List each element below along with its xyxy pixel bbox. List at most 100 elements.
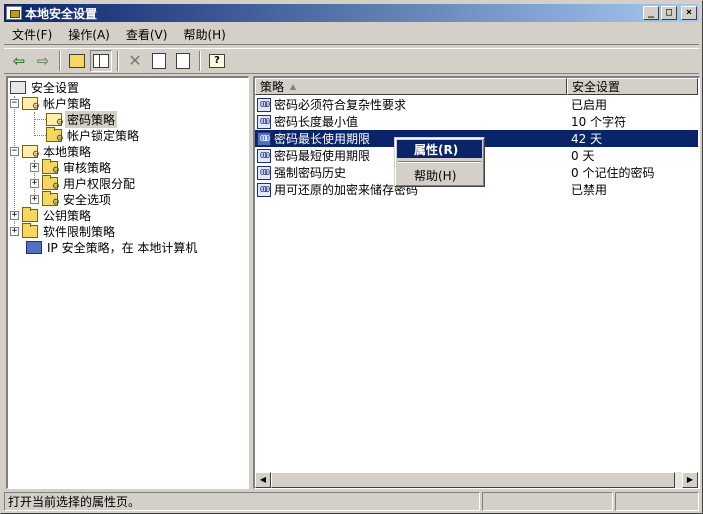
tree-item-root[interactable]: 安全设置 bbox=[10, 79, 81, 95]
list-header: 策略 ▲ 安全设置 bbox=[255, 78, 698, 95]
minimize-button[interactable]: _ bbox=[643, 6, 659, 20]
window-title: 本地安全设置 bbox=[25, 6, 98, 21]
policy-value: 10 个字符 bbox=[571, 115, 627, 129]
status-bar: 打开当前选择的属性页。 bbox=[4, 492, 699, 511]
column-header-policy[interactable]: 策略 ▲ bbox=[255, 78, 567, 95]
expand-icon[interactable]: + bbox=[10, 210, 19, 220]
app-window: 本地安全设置 _ □ × 文件(F) 操作(A) 查看(V) 帮助(H) ⇦ ⇨… bbox=[0, 0, 703, 514]
tree-connector bbox=[34, 119, 46, 120]
toolbar-separator bbox=[199, 51, 201, 71]
policy-value: 已禁用 bbox=[571, 183, 608, 197]
maximize-button[interactable]: □ bbox=[661, 6, 677, 20]
context-menu-properties[interactable]: 属性(R) bbox=[397, 140, 482, 158]
context-menu: 属性(R) 帮助(H) bbox=[394, 137, 485, 187]
tree-pane[interactable]: 安全设置 − 帐户策略 密码策略 帐户锁定策略 − 本地策略 + 审核策略 + bbox=[6, 76, 249, 489]
show-hide-tree-button[interactable] bbox=[90, 50, 112, 72]
tree-label: 密码策略 bbox=[65, 110, 118, 128]
column-header-setting[interactable]: 安全设置 bbox=[567, 78, 698, 95]
list-row[interactable]: 密码必须符合复杂性要求 已启用 bbox=[255, 96, 698, 113]
tree-label: 用户权限分配 bbox=[63, 176, 136, 191]
tree-connector bbox=[34, 135, 46, 136]
policy-icon bbox=[257, 114, 271, 129]
folder-icon bbox=[42, 174, 60, 192]
tree-label: 公钥策略 bbox=[43, 208, 92, 223]
toolbar-separator bbox=[117, 51, 119, 71]
scroll-left-icon[interactable]: ◀ bbox=[255, 472, 271, 488]
expand-icon[interactable]: + bbox=[30, 194, 39, 204]
close-button[interactable]: × bbox=[681, 6, 697, 20]
tree-item-lockout-policy[interactable]: 帐户锁定策略 bbox=[46, 126, 141, 144]
expand-icon[interactable]: + bbox=[30, 162, 39, 172]
policy-icon bbox=[257, 131, 271, 146]
tree-item-password-policy[interactable]: 密码策略 bbox=[46, 110, 118, 128]
policy-value: 42 天 bbox=[571, 132, 603, 146]
forward-icon: ⇨ bbox=[36, 51, 50, 70]
tree-label: 帐户策略 bbox=[43, 96, 92, 111]
delete-icon: ✕ bbox=[128, 51, 142, 70]
policy-value: 0 个记住的密码 bbox=[571, 166, 655, 180]
tree-label: 安全设置 bbox=[31, 80, 80, 95]
horizontal-scrollbar[interactable]: ◀ ▶ bbox=[255, 472, 698, 488]
policy-name: 密码最短使用期限 bbox=[274, 149, 371, 163]
folder-icon bbox=[22, 206, 38, 222]
tree-item-local-policy[interactable]: − 本地策略 bbox=[10, 143, 93, 160]
tree-label: IP 安全策略，在 本地计算机 bbox=[47, 240, 198, 255]
export-list-icon bbox=[176, 53, 190, 69]
toolbar: ⇦ ⇨ ✕ ? bbox=[4, 48, 699, 74]
forward-button[interactable]: ⇨ bbox=[32, 50, 54, 72]
expand-icon[interactable]: + bbox=[30, 178, 39, 188]
help-button[interactable]: ? bbox=[206, 50, 228, 72]
toolbar-separator bbox=[59, 51, 61, 71]
scroll-right-icon[interactable]: ▶ bbox=[682, 472, 698, 488]
collapse-icon[interactable]: − bbox=[10, 98, 19, 108]
properties-button[interactable] bbox=[148, 50, 170, 72]
export-list-button[interactable] bbox=[172, 50, 194, 72]
column-header-label: 策略 bbox=[260, 80, 285, 94]
tree-item-software-restriction[interactable]: + 软件限制策略 bbox=[10, 222, 117, 239]
policy-name: 密码最长使用期限 bbox=[274, 132, 371, 146]
back-icon: ⇦ bbox=[12, 51, 26, 70]
help-icon: ? bbox=[209, 54, 225, 68]
policy-value: 0 天 bbox=[571, 149, 595, 163]
policy-name: 强制密码历史 bbox=[274, 166, 347, 180]
back-button[interactable]: ⇦ bbox=[8, 50, 30, 72]
tree-label: 帐户锁定策略 bbox=[67, 128, 140, 143]
properties-icon bbox=[152, 53, 166, 69]
tree-item-public-key[interactable]: + 公钥策略 bbox=[10, 206, 93, 223]
tree-item-ip-security[interactable]: IP 安全策略，在 本地计算机 bbox=[26, 239, 199, 255]
policy-value: 已启用 bbox=[571, 98, 608, 112]
context-menu-help[interactable]: 帮助(H) bbox=[397, 166, 482, 184]
sort-ascending-icon: ▲ bbox=[290, 82, 297, 91]
tree-item-security-options[interactable]: + 安全选项 bbox=[30, 190, 113, 208]
menu-help[interactable]: 帮助(H) bbox=[175, 26, 233, 43]
folder-icon bbox=[42, 158, 60, 176]
policy-icon bbox=[257, 182, 271, 197]
menu-view[interactable]: 查看(V) bbox=[118, 26, 176, 43]
up-one-level-button[interactable] bbox=[66, 50, 88, 72]
scroll-track[interactable] bbox=[271, 472, 682, 488]
list-row[interactable]: 密码长度最小值 10 个字符 bbox=[255, 113, 698, 130]
tree-label: 安全选项 bbox=[63, 192, 112, 207]
policy-icon bbox=[257, 148, 271, 163]
tree-item-user-rights[interactable]: + 用户权限分配 bbox=[30, 174, 137, 192]
menu-file[interactable]: 文件(F) bbox=[4, 26, 60, 43]
folder-icon bbox=[42, 190, 60, 208]
up-folder-icon bbox=[69, 54, 85, 68]
tree-connector bbox=[34, 112, 35, 136]
status-cell-3 bbox=[615, 492, 699, 511]
menu-action[interactable]: 操作(A) bbox=[60, 26, 118, 43]
scroll-thumb[interactable] bbox=[271, 472, 675, 488]
open-folder-icon bbox=[22, 144, 40, 160]
tree-item-account-policy[interactable]: − 帐户策略 bbox=[10, 95, 93, 112]
title-bar[interactable]: 本地安全设置 _ □ × bbox=[4, 4, 699, 22]
folder-icon bbox=[22, 222, 38, 238]
delete-button[interactable]: ✕ bbox=[124, 50, 146, 72]
tree-item-audit-policy[interactable]: + 审核策略 bbox=[30, 158, 113, 176]
menu-bar: 文件(F) 操作(A) 查看(V) 帮助(H) bbox=[4, 25, 699, 45]
policy-name: 密码长度最小值 bbox=[274, 115, 359, 129]
collapse-icon[interactable]: − bbox=[10, 146, 19, 156]
open-folder-icon bbox=[46, 112, 64, 128]
security-settings-icon[interactable] bbox=[6, 6, 22, 20]
security-settings-icon bbox=[10, 80, 26, 94]
expand-icon[interactable]: + bbox=[10, 226, 19, 236]
